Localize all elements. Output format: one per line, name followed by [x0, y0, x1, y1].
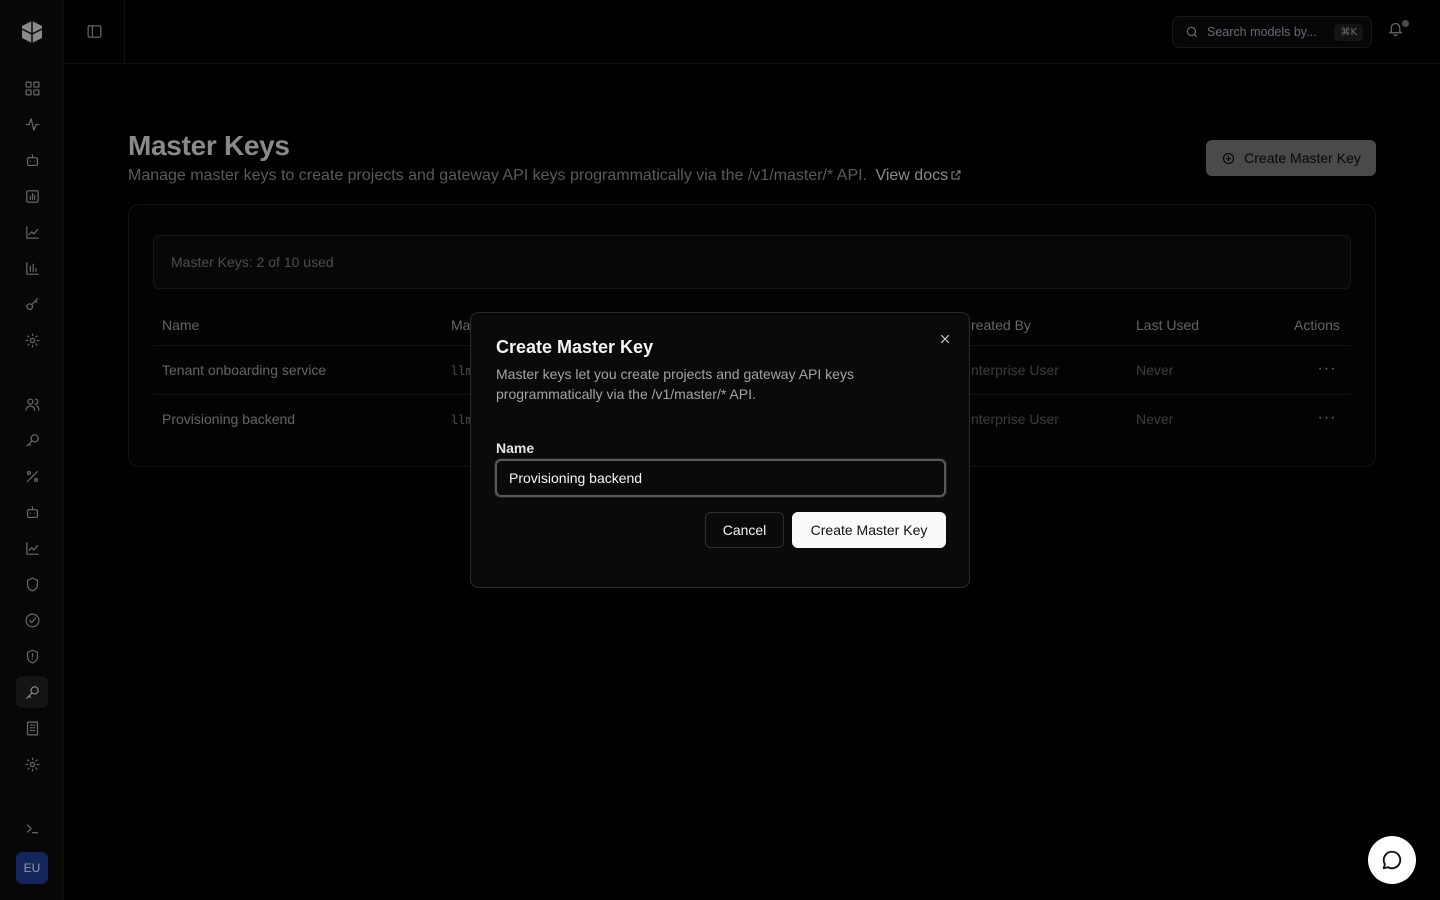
- chat-bubble-icon: [1382, 850, 1402, 870]
- name-field-label: Name: [496, 440, 535, 456]
- close-button[interactable]: [936, 330, 954, 348]
- submit-create-master-key-button[interactable]: Create Master Key: [792, 512, 946, 548]
- cancel-button[interactable]: Cancel: [705, 512, 784, 548]
- create-master-key-dialog: Create Master Key Master keys let you cr…: [470, 312, 970, 588]
- dialog-description: Master keys let you create projects and …: [496, 366, 854, 402]
- dialog-title: Create Master Key: [496, 337, 654, 357]
- name-field[interactable]: [495, 459, 946, 497]
- close-icon: [940, 334, 950, 344]
- chat-support-button[interactable]: [1368, 836, 1416, 884]
